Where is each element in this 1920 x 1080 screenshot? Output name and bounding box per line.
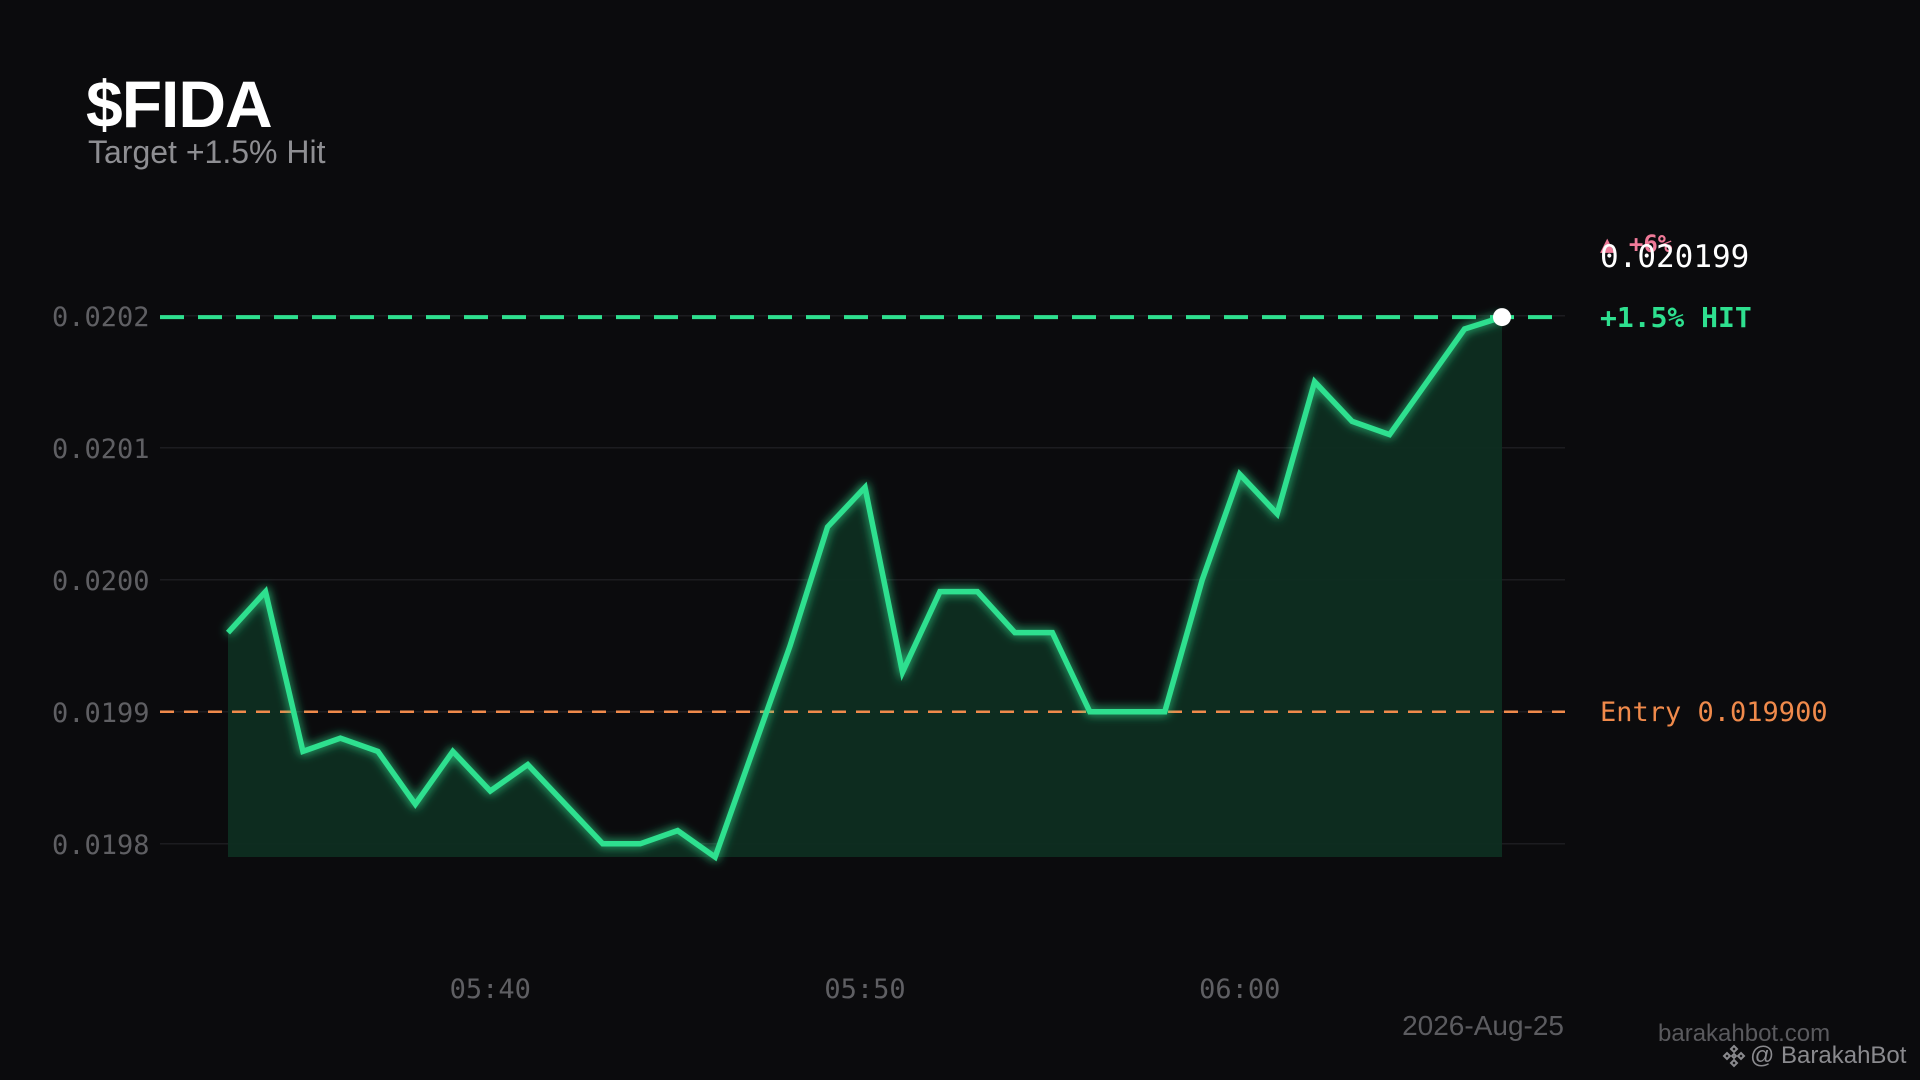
y-tick-label: 0.0198 [52, 830, 150, 861]
handle-text: @ BarakahBot [1750, 1042, 1907, 1069]
target-label: +1.5% HIT [1600, 301, 1752, 334]
binance-logo-icon [1722, 1044, 1746, 1068]
y-tick-label: 0.0199 [52, 698, 150, 729]
x-tick-label: 05:50 [824, 974, 905, 1005]
bot-handle: @ BarakahBot [1722, 1042, 1906, 1070]
price-chart: 0.0198 0.0199 0.0200 0.0201 0.0202 05:40 05:50… [52, 230, 1828, 1005]
y-tick-label: 0.0201 [52, 434, 150, 465]
y-tick-label: 0.0202 [52, 302, 150, 333]
last-price-label: 0.020199 [1600, 239, 1749, 275]
last-price-marker [1493, 308, 1511, 327]
x-tick-label: 05:40 [450, 974, 531, 1005]
y-tick-label: 0.0200 [52, 566, 150, 597]
chart-date: 2026-Aug-25 [1402, 1010, 1564, 1041]
x-tick-label: 06:00 [1199, 974, 1280, 1005]
entry-label: Entry 0.019900 [1600, 697, 1828, 728]
